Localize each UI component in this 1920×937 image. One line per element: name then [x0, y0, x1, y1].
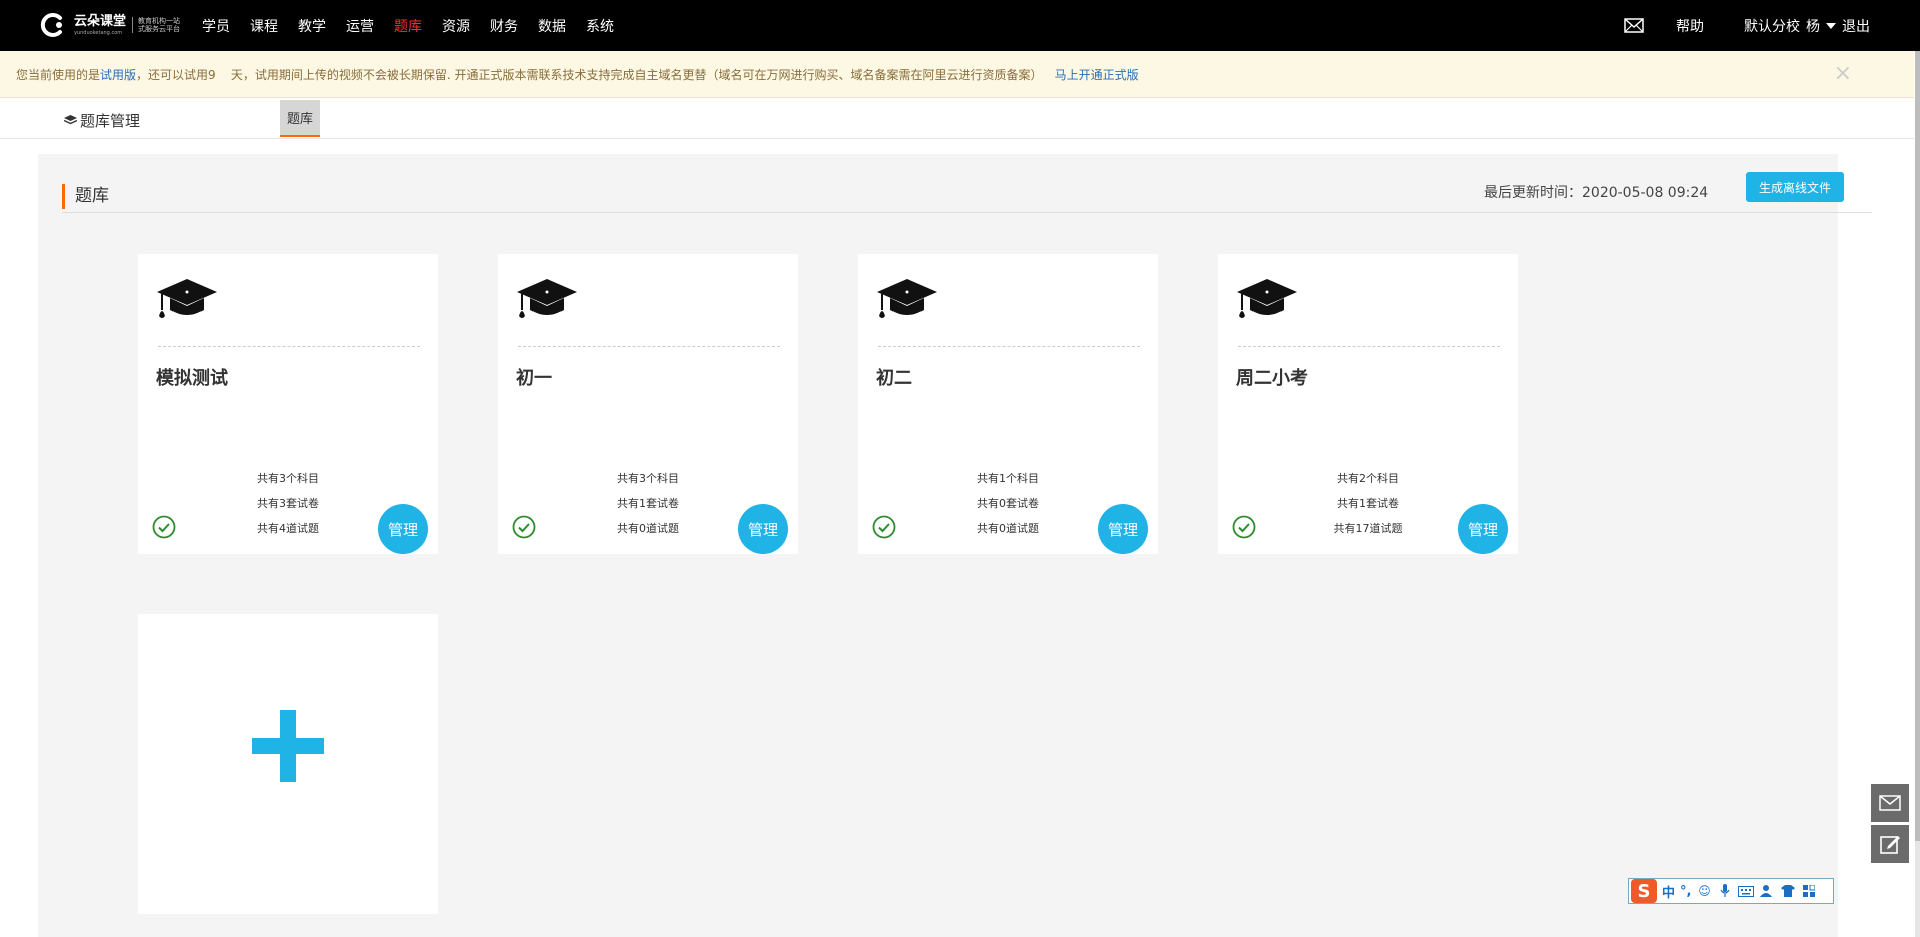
sogou-logo-icon[interactable]: S: [1631, 879, 1657, 903]
card-divider: [518, 346, 780, 347]
subjects-count: 共有3个科目: [617, 472, 679, 485]
question-bank-card[interactable]: 模拟测试 共有3个科目 共有3套试卷 共有4道试题 管理: [138, 254, 438, 554]
add-question-bank-button[interactable]: [138, 614, 438, 914]
notice-text: ，还可以试用9 天，试用期间上传的视频不会被长期保留. 开通正式版本需联系技术支…: [136, 67, 1043, 82]
nav-item-resources[interactable]: 资源: [442, 16, 470, 36]
nav-item-teaching[interactable]: 教学: [298, 16, 326, 36]
question-bank-card[interactable]: 初一 共有3个科目 共有1套试卷 共有0道试题 管理: [498, 254, 798, 554]
logo-subtitle-line1: 教育机构一站: [138, 16, 181, 25]
card-title: 初一: [516, 368, 552, 389]
chevron-down-icon[interactable]: [1826, 22, 1836, 29]
last-updated-text: 最后更新时间：2020-05-08 09:24: [1484, 185, 1709, 201]
notice-prefix: 您当前使用的是: [16, 67, 101, 82]
nav-item-system[interactable]: 系统: [586, 16, 614, 36]
nav-item-question-bank[interactable]: 题库: [394, 16, 422, 36]
question-bank-card[interactable]: 周二小考 共有2个科目 共有1套试卷 共有17道试题 管理: [1218, 254, 1518, 554]
main-nav: 学员 课程 教学 运营 题库 资源 财务 数据 系统: [202, 0, 634, 51]
logo-text: 云朵课堂: [74, 13, 127, 29]
upgrade-link[interactable]: 马上开通正式版: [1055, 66, 1139, 83]
tab-question-bank[interactable]: 题库: [280, 100, 320, 137]
check-circle-icon: [512, 515, 536, 539]
close-icon[interactable]: ×: [1834, 63, 1852, 85]
top-navbar: 云朵课堂 yunduoketang.com 教育机构一站 式服务云平台 学员 课…: [0, 0, 1920, 51]
edit-icon: [1880, 836, 1900, 854]
tab-question-bank-label: 题库: [280, 100, 320, 135]
manage-button[interactable]: 管理: [378, 504, 428, 554]
manage-button[interactable]: 管理: [1458, 504, 1508, 554]
keyboard-icon[interactable]: [1738, 884, 1755, 898]
check-circle-icon: [1232, 515, 1256, 539]
logo-url: yunduoketang.com: [74, 29, 123, 36]
manage-button[interactable]: 管理: [738, 504, 788, 554]
microphone-icon[interactable]: [1717, 884, 1733, 898]
logo[interactable]: 云朵课堂 yunduoketang.com 教育机构一站 式服务云平台: [38, 9, 180, 41]
ime-mode-toggle[interactable]: 中: [1662, 882, 1675, 901]
graduation-cap-icon: [517, 279, 577, 319]
page-scrollbar-thumb[interactable]: [1915, 51, 1920, 841]
check-circle-icon: [872, 515, 896, 539]
toolbox-icon[interactable]: [1801, 884, 1817, 898]
nav-item-finance[interactable]: 财务: [490, 16, 518, 36]
subjects-count: 共有2个科目: [1337, 472, 1399, 485]
card-divider: [158, 346, 420, 347]
section-title: 题库: [62, 184, 109, 209]
skin-icon[interactable]: [1780, 884, 1796, 898]
subjects-count: 共有3个科目: [257, 472, 319, 485]
card-title: 周二小考: [1236, 368, 1308, 389]
sub-header: 题库管理 题库: [0, 98, 1914, 139]
graduation-cap-icon: [1237, 279, 1297, 319]
mail-icon[interactable]: [1624, 18, 1644, 33]
user-settings-icon[interactable]: [1759, 884, 1775, 898]
notice-version-link[interactable]: 试用版: [100, 66, 136, 83]
nav-item-courses[interactable]: 课程: [250, 16, 278, 36]
graduation-cap-icon: [877, 279, 937, 319]
question-bank-card[interactable]: 初二 共有1个科目 共有0套试卷 共有0道试题 管理: [858, 254, 1158, 554]
emoji-icon[interactable]: ☺: [1696, 884, 1712, 898]
nav-item-operations[interactable]: 运营: [346, 16, 374, 36]
layers-icon: [64, 115, 77, 125]
card-title: 模拟测试: [156, 368, 228, 389]
top-right-menu: 帮助 默认分校 杨 退出: [1624, 0, 1870, 51]
graduation-cap-icon: [157, 279, 217, 319]
card-divider: [878, 346, 1140, 347]
logo-subtitle: 教育机构一站 式服务云平台: [132, 16, 181, 34]
help-link[interactable]: 帮助: [1676, 16, 1704, 36]
feedback-float-button[interactable]: [1871, 825, 1909, 863]
main-content: 题库 最后更新时间：2020-05-08 09:24 生成离线文件 模拟测试 共…: [38, 154, 1872, 937]
generate-offline-file-button[interactable]: 生成离线文件: [1746, 172, 1844, 202]
mail-icon: [1879, 795, 1901, 811]
manage-button[interactable]: 管理: [1098, 504, 1148, 554]
card-divider: [1238, 346, 1500, 347]
ime-toolbar[interactable]: S 中 °, ☺: [1628, 878, 1834, 904]
breadcrumb: 题库管理: [64, 110, 140, 131]
cloud-logo-icon: [38, 10, 68, 40]
user-name[interactable]: 杨: [1806, 16, 1820, 36]
section-divider: [62, 212, 1872, 213]
card-title: 初二: [876, 368, 912, 389]
nav-item-data[interactable]: 数据: [538, 16, 566, 36]
logout-link[interactable]: 退出: [1842, 16, 1870, 36]
trial-notice: 您当前使用的是 试用版 ，还可以试用9 天，试用期间上传的视频不会被长期保留. …: [0, 51, 1914, 98]
nav-item-students[interactable]: 学员: [202, 16, 230, 36]
plus-icon-vertical: [280, 710, 296, 782]
breadcrumb-label: 题库管理: [80, 112, 141, 130]
check-circle-icon: [152, 515, 176, 539]
logo-subtitle-line2: 式服务云平台: [138, 25, 181, 33]
ime-punctuation-toggle[interactable]: °,: [1680, 884, 1691, 899]
message-float-button[interactable]: [1871, 784, 1909, 822]
subjects-count: 共有1个科目: [977, 472, 1039, 485]
school-selector[interactable]: 默认分校: [1744, 16, 1800, 36]
